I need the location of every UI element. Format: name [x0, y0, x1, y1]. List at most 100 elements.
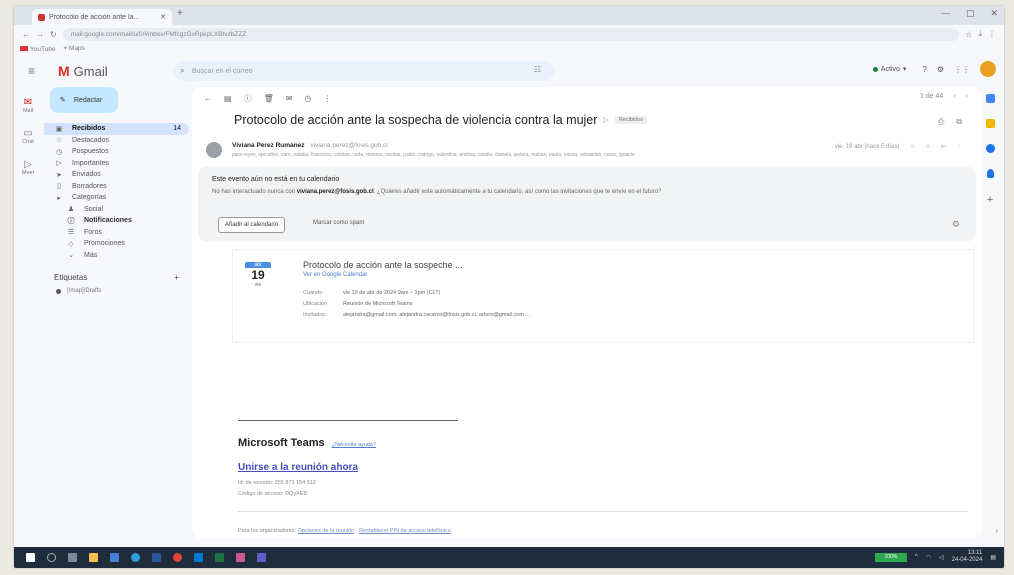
- calendar-app-icon[interactable]: [985, 94, 995, 103]
- reload-icon[interactable]: ↻: [50, 30, 57, 39]
- view-in-calendar-link[interactable]: Ver en Google Calendar: [303, 272, 367, 278]
- excel-icon[interactable]: [215, 553, 224, 562]
- sidebar-item-drafts[interactable]: ▯ Borradores: [44, 181, 189, 193]
- sidebar-item-categories[interactable]: ▸ Categorías: [44, 192, 189, 204]
- join-meeting-link[interactable]: Unirse a la reunión ahora: [238, 462, 358, 473]
- store-icon[interactable]: [110, 553, 119, 562]
- taskbar-search-icon[interactable]: [47, 553, 56, 562]
- settings-gear-icon[interactable]: ⚙: [937, 65, 944, 74]
- contacts-app-icon[interactable]: [986, 169, 994, 178]
- meeting-options-link[interactable]: Opciones de la reunión: [298, 528, 355, 534]
- expand-side-panel-icon[interactable]: ›: [995, 526, 998, 535]
- browser-tab[interactable]: Protocolo de acción ante la... ✕: [32, 9, 172, 25]
- maximize-icon[interactable]: ▢: [966, 8, 975, 19]
- banner-settings-icon[interactable]: ⚙: [952, 219, 960, 230]
- sidebar-item-more[interactable]: ⌄ Más: [44, 250, 189, 262]
- sidebar-item-social[interactable]: ♟ Social: [44, 204, 189, 216]
- search-input[interactable]: ⌕ Buscar en el correo: [174, 61, 554, 81]
- report-spam-icon[interactable]: ⓘ: [244, 93, 252, 104]
- volume-icon[interactable]: ◁: [939, 554, 944, 561]
- main-menu-icon[interactable]: ≡: [28, 64, 35, 78]
- chevron-down-icon: ⌄: [68, 252, 74, 260]
- more-options-icon[interactable]: ⋮: [323, 94, 331, 103]
- photos-icon[interactable]: [236, 553, 245, 562]
- notifications-icon[interactable]: ▤: [990, 554, 996, 561]
- back-to-inbox-icon[interactable]: ←: [204, 94, 212, 103]
- file-explorer-icon[interactable]: [89, 553, 98, 562]
- mark-unread-icon[interactable]: ✉: [286, 94, 293, 103]
- sender-name[interactable]: Viviana Perez Rumánez: [232, 142, 305, 149]
- reset-pin-link[interactable]: Restablecer PIN de acceso telefónico: [359, 528, 451, 534]
- search-options-icon[interactable]: ☷: [534, 65, 541, 74]
- important-marker-icon[interactable]: ▷: [603, 116, 608, 124]
- delete-icon[interactable]: 🗑: [264, 94, 274, 103]
- bookmark-star-icon[interactable]: ☆: [965, 30, 972, 39]
- calendar-date-icon: abr 19 vie: [245, 262, 271, 288]
- bookmark-youtube[interactable]: YouTube: [20, 45, 56, 53]
- rail-chat[interactable]: ▭ Chat: [14, 128, 42, 145]
- task-view-icon[interactable]: [68, 553, 77, 562]
- subject-label-chip[interactable]: Recibidos: [614, 116, 647, 124]
- new-tab-icon[interactable]: +: [177, 8, 183, 19]
- teams-icon[interactable]: [257, 553, 266, 562]
- sidebar-item-label[interactable]: [Imap]/Drafts: [44, 288, 189, 294]
- sidebar-item-inbox[interactable]: ▣ Recibidos 14: [44, 123, 189, 135]
- compose-button[interactable]: ✎ Redactar: [50, 87, 118, 113]
- tasks-app-icon[interactable]: [985, 144, 995, 153]
- edge-icon[interactable]: [131, 553, 140, 562]
- menu-kebab-icon[interactable]: ⋮: [988, 30, 996, 39]
- battery-indicator[interactable]: 100%: [874, 552, 907, 562]
- label-icon: ▸: [57, 194, 61, 202]
- close-window-icon[interactable]: ✕: [990, 8, 998, 19]
- open-new-window-icon[interactable]: ⧉: [956, 117, 962, 127]
- forward-icon[interactable]: →: [36, 30, 44, 39]
- prev-message-icon[interactable]: ‹: [953, 93, 955, 100]
- chat-icon: ▭: [23, 128, 33, 139]
- search-icon[interactable]: ⌕: [180, 65, 185, 76]
- bookmark-maps[interactable]: ⌖ Maps: [64, 45, 85, 53]
- gmail-logo[interactable]: M Gmail: [58, 63, 108, 79]
- teams-help-link[interactable]: ¿Necesita ayuda?: [332, 442, 376, 448]
- apps-grid-icon[interactable]: ⋮⋮: [954, 65, 970, 74]
- sidebar-item-promotions[interactable]: ◇ Promociones: [44, 238, 189, 250]
- recipients-line[interactable]: para reyes, ejecutivo, caro, natalia, fr…: [232, 152, 912, 158]
- sidebar-item-notifications[interactable]: ⓘ Notificaciones: [44, 215, 189, 227]
- chrome-icon[interactable]: [173, 553, 182, 562]
- outlook-icon[interactable]: [194, 553, 203, 562]
- message-more-icon[interactable]: ⋮: [956, 143, 962, 150]
- url-field[interactable]: mail.google.com/mail/u/0/#inbox/FMfcgzGx…: [62, 27, 960, 41]
- reply-icon[interactable]: ↩: [941, 143, 946, 150]
- star-message-icon[interactable]: ☆: [909, 143, 914, 150]
- sidebar-item-important[interactable]: ▷ Importantes: [44, 158, 189, 170]
- mark-spam-button[interactable]: Marcar como spam: [313, 220, 364, 226]
- sidebar-item-snoozed[interactable]: ◷ Pospuestos: [44, 146, 189, 158]
- windows-start-icon[interactable]: [26, 553, 35, 562]
- tray-chevron-icon[interactable]: ^: [915, 554, 918, 560]
- wifi-icon[interactable]: ◠: [926, 554, 931, 561]
- rail-mail[interactable]: ✉ Mail: [14, 97, 42, 114]
- sidebar-item-sent[interactable]: ➤ Enviados: [44, 169, 189, 181]
- add-addon-icon[interactable]: +: [987, 194, 993, 206]
- sidebar-item-forums[interactable]: ☰ Foros: [44, 227, 189, 239]
- close-tab-icon[interactable]: ✕: [160, 13, 166, 21]
- rail-meet[interactable]: ▷ Meet: [14, 159, 42, 176]
- emoji-react-icon[interactable]: ☺: [925, 144, 931, 150]
- next-message-icon[interactable]: ›: [966, 93, 968, 100]
- download-icon[interactable]: ⤓: [978, 29, 982, 39]
- word-icon[interactable]: [152, 553, 161, 562]
- snooze-icon[interactable]: ◷: [304, 94, 311, 103]
- add-to-calendar-button[interactable]: Añadir al calendario: [218, 217, 286, 233]
- taskbar-clock[interactable]: 13:11 24-04-2024: [952, 550, 983, 564]
- keep-app-icon[interactable]: [985, 119, 995, 128]
- add-label-icon[interactable]: +: [174, 273, 179, 282]
- print-icon[interactable]: ⎙: [938, 117, 944, 127]
- back-icon[interactable]: ←: [22, 30, 30, 39]
- minimize-icon[interactable]: —: [941, 8, 950, 19]
- message-panel: ← ▤ ⓘ 🗑 ✉ ◷ ⋮ 1 de 44 ‹ › Protocolo de a…: [192, 87, 982, 539]
- video-camera-icon: ▷: [24, 159, 32, 170]
- status-selector[interactable]: Activo ▾: [867, 62, 913, 76]
- help-icon[interactable]: ?: [922, 65, 926, 74]
- archive-icon[interactable]: ▤: [224, 94, 232, 103]
- account-avatar[interactable]: [980, 61, 996, 77]
- sidebar-item-starred[interactable]: ☆ Destacados: [44, 135, 189, 147]
